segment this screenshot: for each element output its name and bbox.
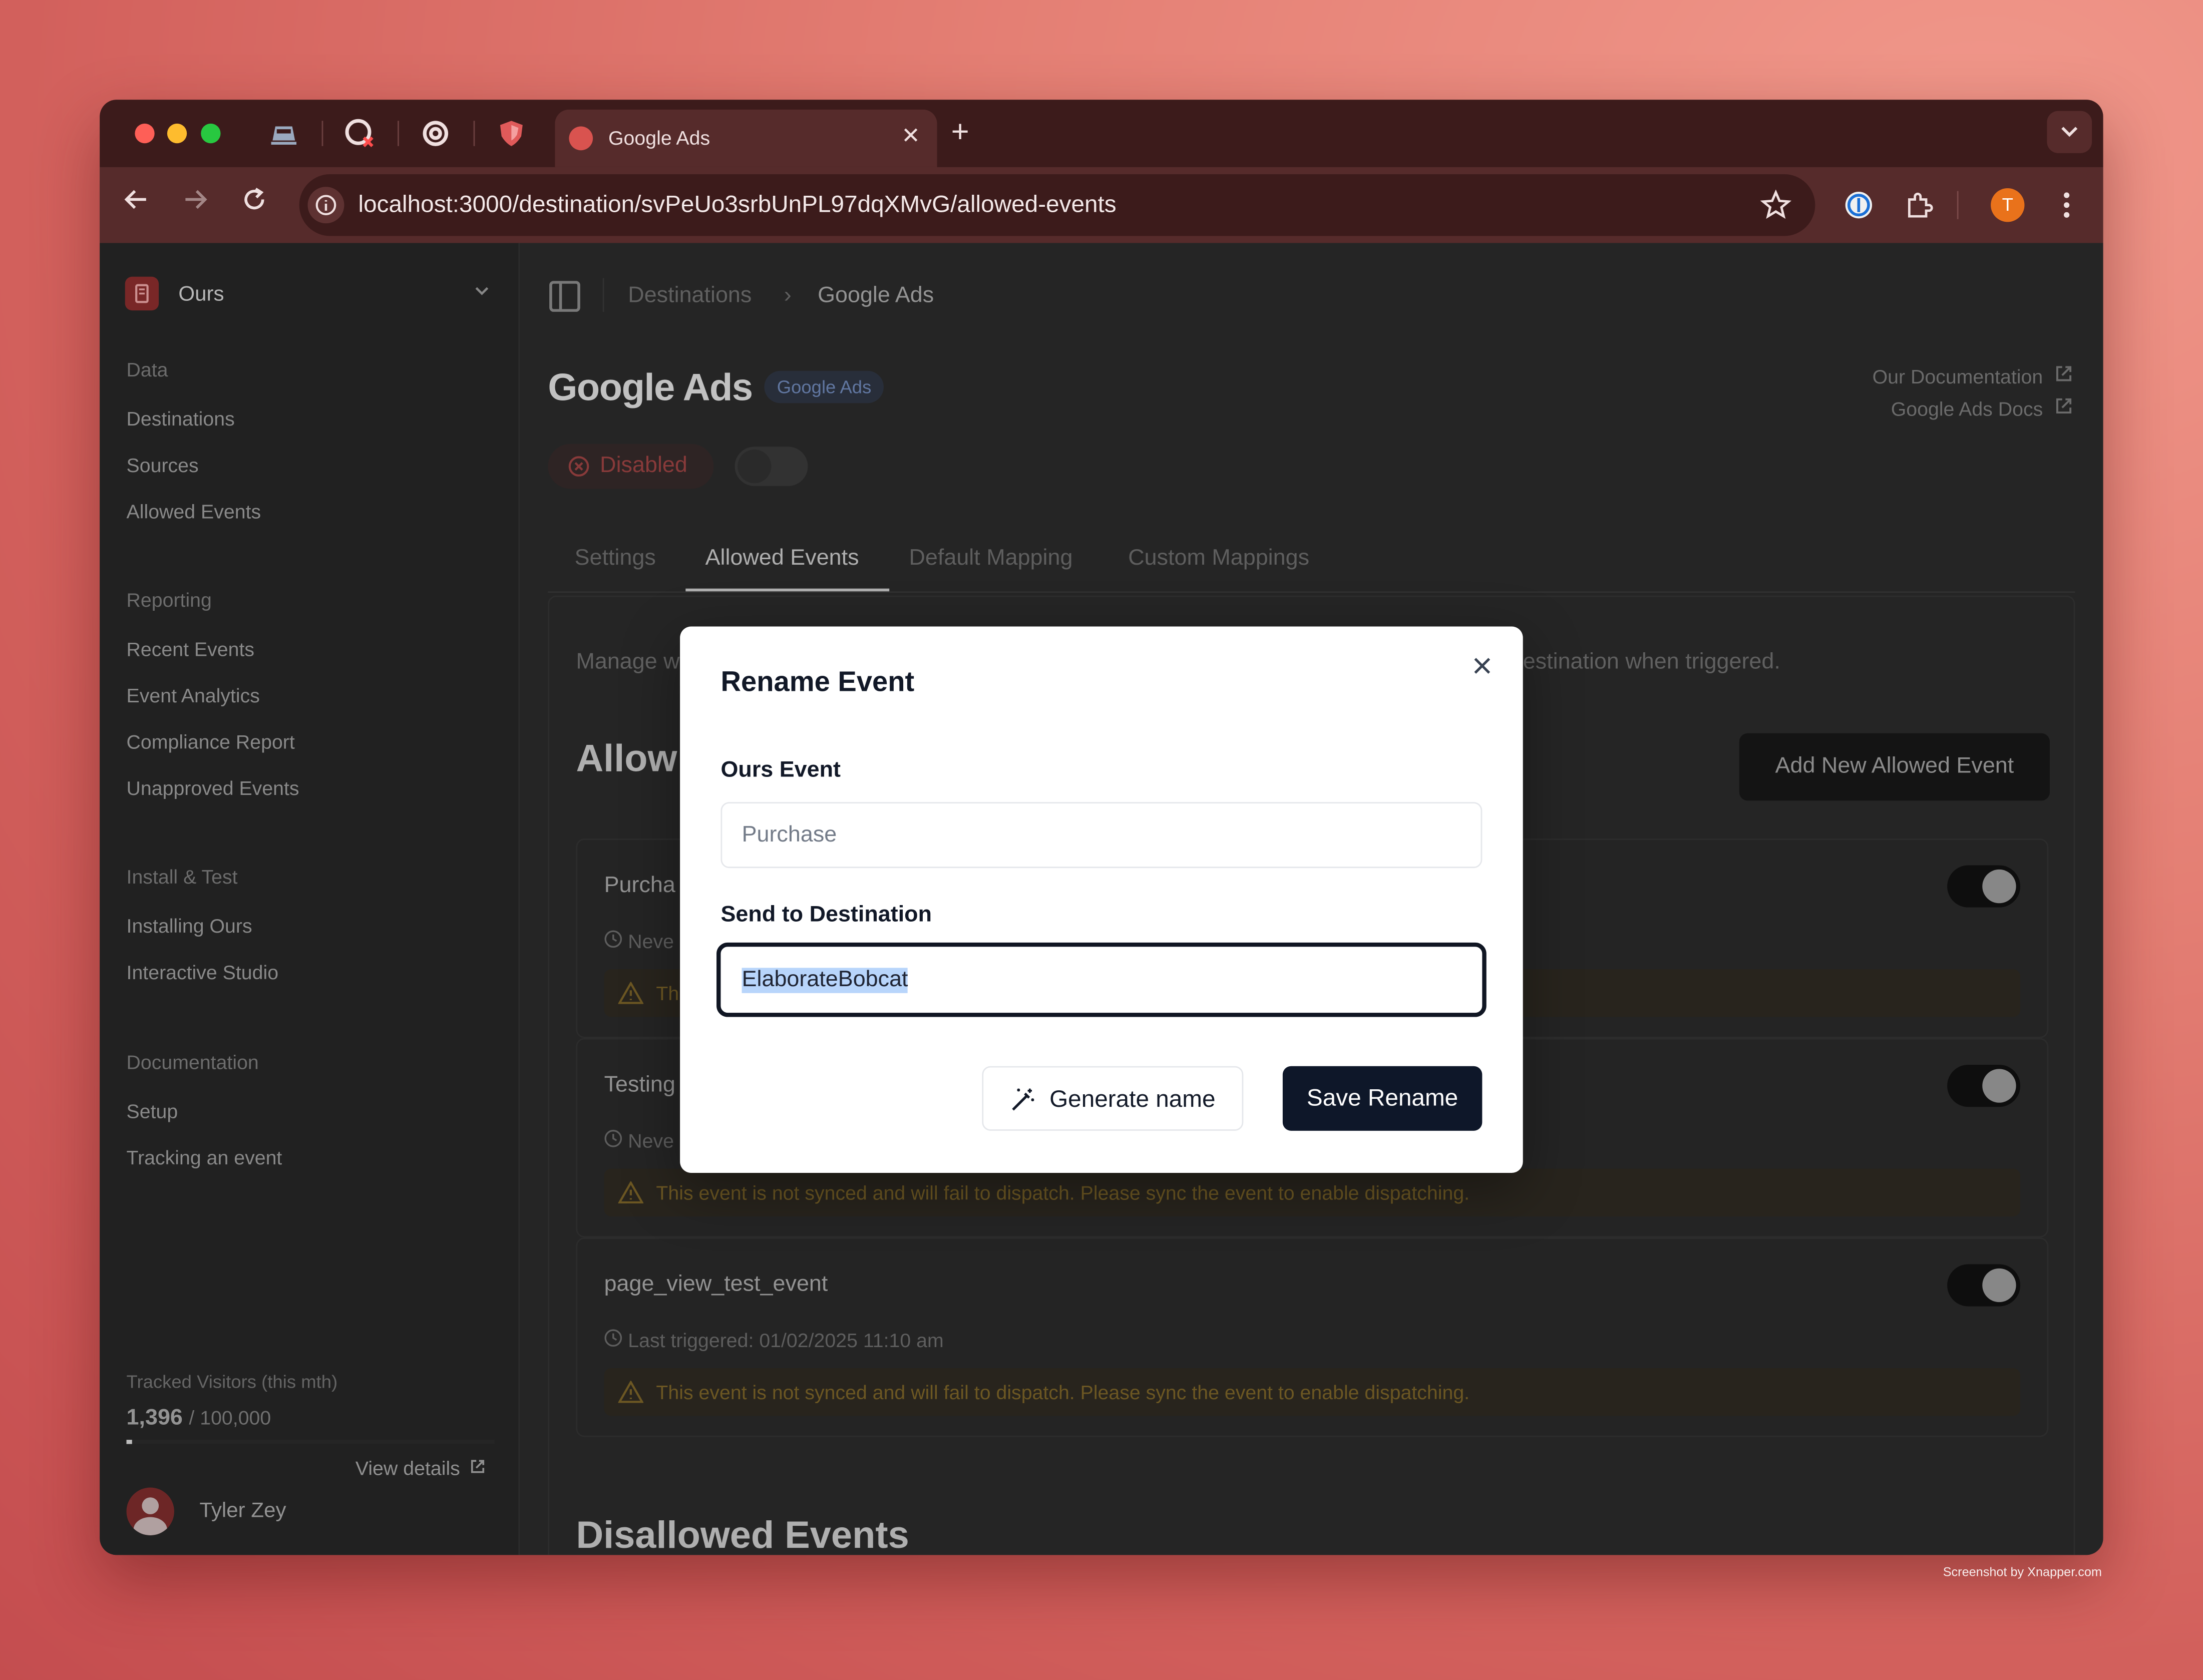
bookmark-star-icon[interactable] bbox=[1760, 189, 1792, 228]
reload-icon bbox=[244, 188, 264, 210]
url-text[interactable]: localhost:3000/destination/svPeUo3srbUnP… bbox=[358, 191, 1117, 219]
ours-event-value: Purchase bbox=[742, 823, 837, 848]
tab-strip: Google Ads ✕ + bbox=[100, 100, 2103, 167]
train-icon bbox=[271, 126, 297, 145]
generate-name-button[interactable]: Generate name bbox=[982, 1066, 1244, 1131]
puzzle-icon bbox=[1908, 192, 1933, 218]
address-bar[interactable]: localhost:3000/destination/svPeUo3srbUnP… bbox=[299, 174, 1815, 236]
save-rename-button[interactable]: Save Rename bbox=[1282, 1066, 1483, 1131]
minimize-window-button[interactable] bbox=[167, 123, 187, 144]
dialog-title: Rename Event bbox=[720, 667, 915, 698]
back-button[interactable] bbox=[124, 187, 149, 220]
tab-google-ads[interactable]: Google Ads ✕ bbox=[555, 109, 937, 167]
destination-name-input[interactable]: ElaborateBobcat bbox=[716, 942, 1487, 1017]
chevron-down-icon bbox=[2061, 127, 2078, 137]
pinned-tab-4[interactable] bbox=[495, 117, 528, 150]
password-manager-button[interactable] bbox=[1839, 185, 1879, 225]
tab-favicon bbox=[569, 126, 593, 151]
tab-separator bbox=[398, 121, 399, 146]
tab-separator bbox=[321, 121, 323, 146]
screenshot-credit: Screenshot by Xnapper.com bbox=[1943, 1564, 2102, 1579]
destination-name-value[interactable]: ElaborateBobcat bbox=[742, 968, 908, 993]
generate-name-label: Generate name bbox=[1049, 1086, 1216, 1113]
tab-close-icon[interactable]: ✕ bbox=[901, 122, 920, 150]
pinned-tab-2[interactable] bbox=[343, 117, 377, 150]
site-info-icon[interactable] bbox=[307, 187, 344, 224]
maximize-window-button[interactable] bbox=[201, 123, 221, 144]
arrow-left-icon bbox=[124, 190, 146, 209]
new-tab-button[interactable]: + bbox=[951, 114, 969, 150]
close-window-button[interactable] bbox=[135, 123, 155, 144]
radar-icon bbox=[423, 121, 449, 146]
reload-button[interactable] bbox=[242, 187, 267, 220]
close-icon bbox=[1474, 658, 1491, 674]
password-manager-icon bbox=[1845, 192, 1872, 219]
profile-button[interactable]: T bbox=[1988, 185, 2027, 225]
arrow-right-icon bbox=[185, 190, 207, 209]
more-vertical-icon bbox=[2064, 192, 2070, 218]
tab-search-button[interactable] bbox=[2047, 111, 2092, 153]
pinned-tab-1[interactable] bbox=[267, 117, 300, 150]
ours-event-label: Ours Event bbox=[720, 758, 841, 782]
rename-event-dialog: Rename Event Ours Event Purchase Send to… bbox=[680, 626, 1523, 1173]
shield-icon bbox=[500, 121, 523, 146]
forward-button[interactable] bbox=[183, 187, 208, 220]
ours-event-field: Purchase bbox=[720, 802, 1483, 869]
send-to-destination-label: Send to Destination bbox=[720, 903, 932, 927]
profile-avatar: T bbox=[1991, 188, 2025, 222]
pinned-tab-3[interactable] bbox=[419, 117, 452, 150]
tab-separator bbox=[473, 121, 475, 146]
extensions-button[interactable] bbox=[1900, 185, 1939, 225]
tab-title: Google Ads bbox=[608, 126, 710, 149]
browser-toolbar: localhost:3000/destination/svPeUo3srbUnP… bbox=[100, 167, 2103, 243]
github-error-icon bbox=[345, 119, 374, 148]
toolbar-divider bbox=[1957, 191, 1959, 219]
browser-menu-button[interactable] bbox=[2047, 185, 2086, 225]
dialog-close-button[interactable] bbox=[1470, 653, 1495, 679]
magic-wand-icon bbox=[1012, 1088, 1034, 1111]
